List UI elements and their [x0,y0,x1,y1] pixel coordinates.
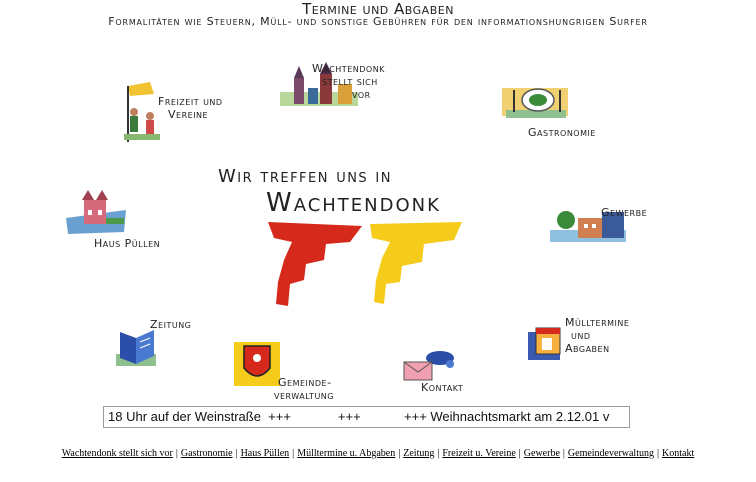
footer-separator: | [518,448,521,459]
label-line: Haus Püllen [94,237,161,250]
label-line: Gastronomie [528,126,596,139]
label-line: Wachtendonk [312,62,385,75]
coat-of-arms-icon[interactable] [234,340,282,388]
nav-freizeit-label[interactable]: Freizeit und Vereine [158,95,223,121]
footer-separator: | [657,448,660,459]
footer-separator: | [175,448,178,459]
footer-link-gastronomie[interactable]: Gastronomie [181,448,233,459]
news-ticker[interactable]: 18 Uhr auf der Weinstraße +++ +++ +++ We… [103,406,630,428]
calendar-icon[interactable] [528,322,564,362]
footer-link-gewerbe[interactable]: Gewerbe [524,448,560,459]
footer-nav: Wachtendonk stellt sich vor | Gastronomie |… [0,448,756,459]
nav-wachtendonk-label[interactable]: Wachtendonk stellt sich vor [312,62,385,101]
label-line: Kontakt [421,381,464,394]
footer-separator: | [235,448,238,459]
ticker-text: 18 Uhr auf der Weinstraße +++ +++ +++ We… [108,409,610,424]
label-line: vor [352,88,371,101]
plate-cutlery-icon[interactable] [502,86,570,128]
nav-gemeinde-label[interactable]: Gemeinde- verwaltung [274,376,334,402]
footer-link-kontakt[interactable]: Kontakt [662,448,694,459]
footer-link-wachtendonk[interactable]: Wachtendonk stellt sich vor [62,448,173,459]
envelope-icon[interactable] [398,350,458,384]
footer-separator: | [562,448,565,459]
label-line: stellt sich [322,75,378,88]
nav-muell-label[interactable]: Mülltermine und Abgaben [565,316,629,355]
center-headline: Wir treffen uns in [218,166,392,187]
label-line: Mülltermine [565,316,630,329]
footer-separator: | [292,448,295,459]
nav-gewerbe-label[interactable]: Gewerbe [601,206,647,219]
nav-haus-label[interactable]: Haus Püllen [94,237,160,250]
footer-link-muelltermine[interactable]: Mülltermine u. Abgaben [297,448,395,459]
center-town-name: Wachtendonk [266,188,441,218]
footer-link-zeitung[interactable]: Zeitung [403,448,434,459]
label-line: verwaltung [274,389,334,402]
nav-zeitung-label[interactable]: Zeitung [150,318,191,331]
label-line: Vereine [168,108,209,121]
label-line: Abgaben [565,342,610,355]
label-line: und [571,329,591,342]
nav-gastronomie-label[interactable]: Gastronomie [528,126,596,139]
footer-link-gemeindeverwaltung[interactable]: Gemeindeverwaltung [568,448,654,459]
castle-house-icon[interactable] [66,188,128,238]
footer-link-haus-puellen[interactable]: Haus Püllen [241,448,290,459]
label-line: Zeitung [150,318,192,331]
label-line: Gemeinde- [278,376,332,389]
footer-link-freizeit[interactable]: Freizeit u. Vereine [442,448,515,459]
label-line: Freizeit und [158,95,223,108]
page-subtitle: Formalitäten wie Steuern, Müll- und sons… [108,15,648,28]
wachtendonk-logo [268,222,462,306]
nav-kontakt-label[interactable]: Kontakt [421,381,463,394]
label-line: Gewerbe [601,206,648,219]
